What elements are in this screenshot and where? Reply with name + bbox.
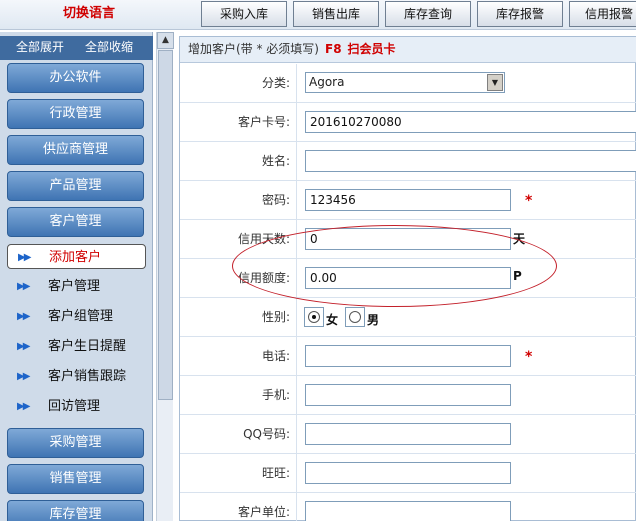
radio-selected-icon[interactable]: [308, 311, 320, 323]
form-title: 增加客户(带 * 必须填写): [188, 42, 319, 56]
company-label: 客户单位:: [180, 493, 297, 521]
module-supplier[interactable]: 供应商管理: [7, 135, 144, 165]
gender-male-radio-box[interactable]: [345, 307, 365, 327]
submenu-add-customer[interactable]: ▶▶ 添加客户: [7, 244, 146, 269]
module-inventory[interactable]: 库存管理: [7, 500, 144, 521]
top-toolbar: 切换语言 采购入库 销售出库 库存查询 库存报警 信用报警: [0, 0, 636, 30]
row-wangwang: 旺旺:: [180, 454, 636, 493]
submenu-label: 添加客户: [49, 250, 102, 265]
submenu-label: 客户管理: [48, 279, 101, 294]
card-no-label: 客户卡号:: [180, 103, 297, 141]
category-select[interactable]: Agora ▼: [305, 72, 505, 93]
dropdown-arrow-icon[interactable]: ▼: [487, 74, 503, 91]
tab-credit-alarm[interactable]: 信用报警: [569, 1, 636, 27]
module-admin[interactable]: 行政管理: [7, 99, 144, 129]
radio-unselected-icon[interactable]: [349, 311, 361, 323]
password-input[interactable]: 123456: [305, 189, 511, 211]
submenu-label: 客户生日提醒: [48, 339, 127, 354]
module-product[interactable]: 产品管理: [7, 171, 144, 201]
submenu-customer-manage[interactable]: ▶▶ 客户管理: [7, 274, 146, 299]
app-root: 切换语言 采购入库 销售出库 库存查询 库存报警 信用报警 全部展开 全部收缩 …: [0, 0, 636, 521]
annotation-ellipse: [232, 225, 557, 307]
submenu-customer-group[interactable]: ▶▶ 客户组管理: [7, 304, 146, 329]
row-company: 客户单位:: [180, 493, 636, 521]
card-no-input[interactable]: 201610270080: [305, 111, 636, 133]
tab-sales-out[interactable]: 销售出库: [293, 1, 379, 27]
mobile-label: 手机:: [180, 376, 297, 414]
gender-female-label[interactable]: 女: [326, 311, 338, 328]
phone-input[interactable]: [305, 345, 511, 367]
row-password: 密码: 123456 *: [180, 181, 636, 220]
form-header: 增加客户(带 * 必须填写) F8 扫会员卡: [180, 37, 636, 63]
qq-input[interactable]: [305, 423, 511, 445]
submenu-label: 客户组管理: [48, 309, 114, 324]
gender-label: 性别:: [180, 298, 297, 336]
double-arrow-icon: ▶▶: [17, 341, 30, 352]
collapse-all-link[interactable]: 全部收缩: [85, 36, 133, 58]
row-card-no: 客户卡号: 201610270080: [180, 103, 636, 142]
password-label: 密码:: [180, 181, 297, 219]
submenu-sales-tracking[interactable]: ▶▶ 客户销售跟踪: [7, 364, 146, 389]
module-office[interactable]: 办公软件: [7, 63, 144, 93]
double-arrow-icon: ▶▶: [17, 401, 30, 412]
scan-member-card-link[interactable]: 扫会员卡: [348, 42, 396, 56]
name-label: 姓名:: [180, 142, 297, 180]
category-label: 分类:: [180, 64, 297, 102]
qq-label: QQ号码:: [180, 415, 297, 453]
switch-language-link[interactable]: 切换语言: [0, 0, 178, 30]
double-arrow-icon: ▶▶: [17, 281, 30, 292]
category-value: Agora: [309, 75, 345, 89]
phone-label: 电话:: [180, 337, 297, 375]
row-phone: 电话: *: [180, 337, 636, 376]
expand-all-link[interactable]: 全部展开: [16, 36, 64, 58]
sidebar-header: 全部展开 全部收缩: [0, 36, 153, 60]
row-name: 姓名:: [180, 142, 636, 181]
submenu-revisit[interactable]: ▶▶ 回访管理: [7, 394, 146, 419]
scroll-up-arrow-icon[interactable]: ▲: [157, 32, 174, 49]
submenu-label: 回访管理: [48, 399, 101, 414]
gender-female-radio-box[interactable]: [304, 307, 324, 327]
scrollbar-thumb[interactable]: [158, 50, 173, 400]
module-customer[interactable]: 客户管理: [7, 207, 144, 237]
tab-stock-query[interactable]: 库存查询: [385, 1, 471, 27]
module-sales[interactable]: 销售管理: [7, 464, 144, 494]
mobile-input[interactable]: [305, 384, 511, 406]
submenu-label: 客户销售跟踪: [48, 369, 127, 384]
double-arrow-icon: ▶▶: [17, 371, 30, 382]
required-mark: *: [525, 193, 533, 209]
sidebar: 全部展开 全部收缩 办公软件 行政管理 供应商管理 产品管理 客户管理 ▶▶ 添…: [0, 32, 153, 521]
wangwang-input[interactable]: [305, 462, 511, 484]
row-category: 分类: Agora ▼: [180, 64, 636, 103]
submenu-birthday-reminder[interactable]: ▶▶ 客户生日提醒: [7, 334, 146, 359]
double-arrow-icon: ▶▶: [18, 252, 31, 263]
required-mark: *: [525, 349, 533, 365]
row-mobile: 手机:: [180, 376, 636, 415]
gender-male-label[interactable]: 男: [367, 311, 379, 328]
row-qq: QQ号码:: [180, 415, 636, 454]
tab-stock-alarm[interactable]: 库存报警: [477, 1, 563, 27]
module-purchase[interactable]: 采购管理: [7, 428, 144, 458]
company-input[interactable]: [305, 501, 511, 521]
name-input[interactable]: [305, 150, 636, 172]
tab-purchase-in[interactable]: 采购入库: [201, 1, 287, 27]
double-arrow-icon: ▶▶: [17, 311, 30, 322]
sidebar-scrollbar[interactable]: ▲: [156, 32, 174, 521]
hotkey-label: F8: [325, 42, 342, 56]
wangwang-label: 旺旺:: [180, 454, 297, 492]
